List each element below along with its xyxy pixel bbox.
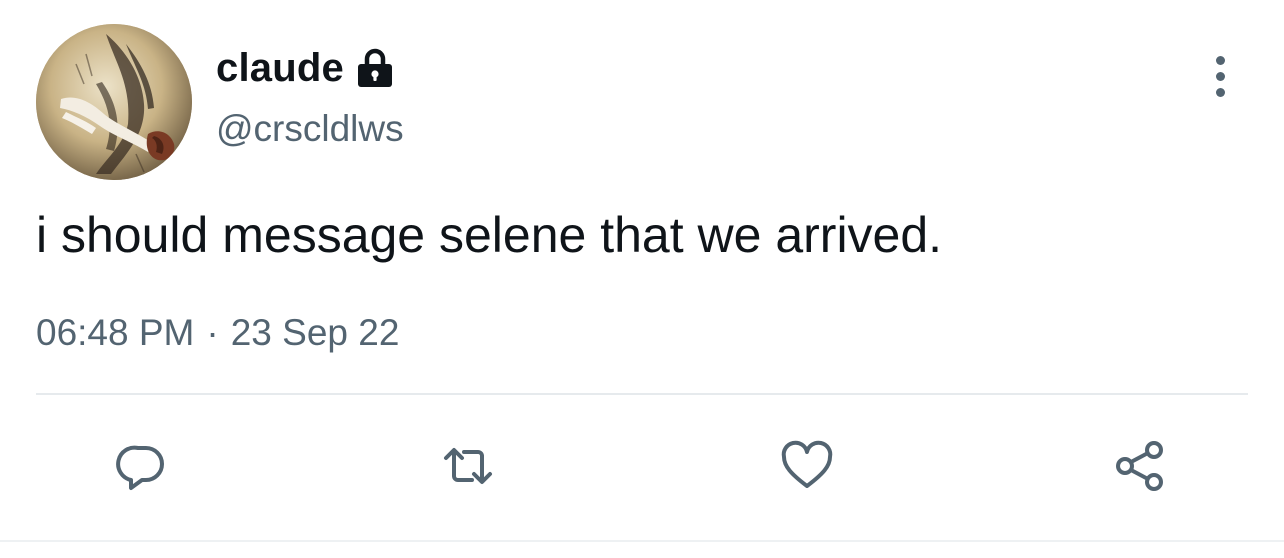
share-button[interactable]	[1110, 436, 1170, 496]
reply-icon	[116, 445, 164, 490]
lock-icon	[356, 47, 394, 89]
divider	[36, 393, 1248, 395]
reply-button[interactable]	[112, 436, 172, 496]
like-button[interactable]	[777, 436, 837, 496]
tweet-date: 23 Sep 22	[230, 312, 400, 353]
tweet-card: claude @crscldlws i should message selen…	[0, 0, 1284, 558]
author-handle[interactable]: @crscldlws	[216, 108, 404, 150]
share-icon	[1116, 441, 1163, 491]
tweet-timestamp[interactable]: 06:48 PM · 23 Sep 22	[36, 312, 399, 354]
display-name[interactable]: claude	[216, 46, 344, 91]
timestamp-separator: ·	[206, 312, 219, 353]
more-vertical-icon	[1215, 55, 1225, 65]
avatar[interactable]	[36, 24, 192, 180]
tweet-text: i should message selene that we arrived.	[36, 207, 943, 263]
avatar-artwork	[36, 24, 192, 180]
more-options-button[interactable]	[1196, 52, 1244, 100]
more-dot	[1215, 87, 1225, 97]
author-row: claude	[216, 40, 394, 96]
tweet-time: 06:48 PM	[36, 312, 195, 353]
retweet-icon	[444, 448, 492, 484]
more-dot	[1215, 71, 1225, 81]
heart-icon	[781, 440, 833, 488]
bottom-divider	[0, 540, 1284, 542]
retweet-button[interactable]	[438, 436, 498, 496]
